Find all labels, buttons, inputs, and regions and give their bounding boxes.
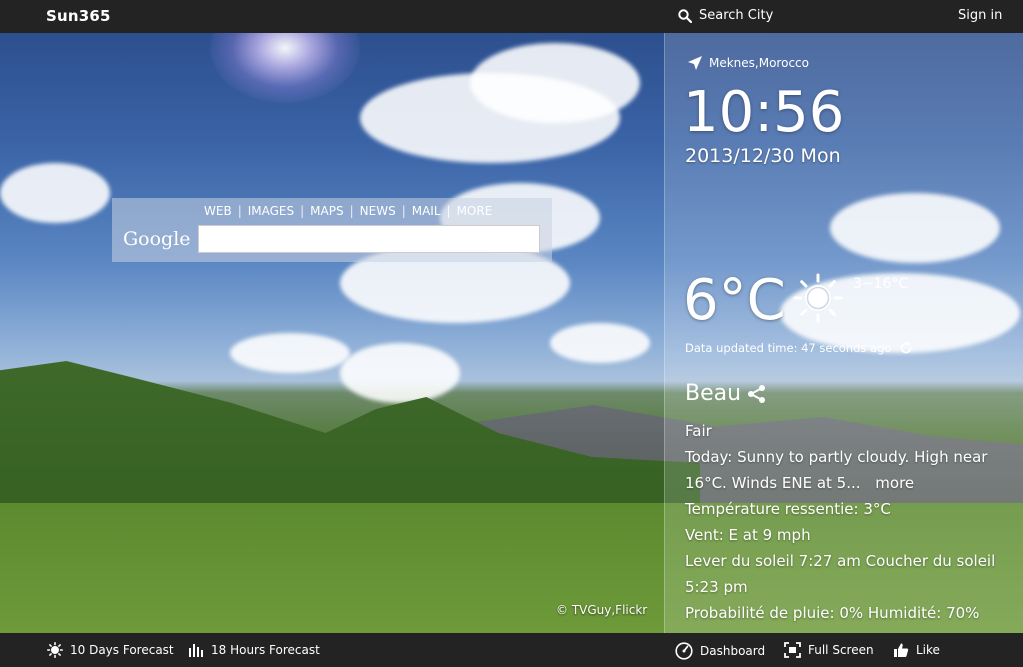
brand-logo[interactable]: Sun365 xyxy=(46,7,111,25)
sun-glare xyxy=(210,33,360,103)
eighteen-hours-label: 18 Hours Forecast xyxy=(211,643,320,657)
bar-chart-icon xyxy=(189,644,203,657)
google-search-input[interactable] xyxy=(198,225,540,253)
search-icon xyxy=(678,8,692,23)
top-bar: Sun365 Search City Sign in xyxy=(0,0,1023,33)
google-logo: Google xyxy=(123,228,191,250)
sun-icon xyxy=(793,273,843,323)
refresh-icon[interactable] xyxy=(899,341,913,355)
dashboard-button[interactable]: Dashboard xyxy=(675,642,765,660)
like-label: Like xyxy=(916,643,940,657)
ten-days-forecast-button[interactable]: 10 Days Forecast xyxy=(47,642,174,658)
share-icon[interactable] xyxy=(747,384,767,404)
fullscreen-icon xyxy=(784,642,801,658)
eighteen-hours-forecast-button[interactable]: 18 Hours Forecast xyxy=(188,642,320,658)
wind: Vent: E at 9 mph xyxy=(685,526,811,544)
condition-title-label: Beau xyxy=(685,381,742,406)
condition-details: Fair Today: Sunny to partly cloudy. High… xyxy=(685,418,1020,626)
nav-maps[interactable]: MAPS xyxy=(310,204,343,218)
rain-humidity: Probabilité de pluie: 0% Humidité: 70% xyxy=(685,604,980,622)
photo-credit[interactable]: © TVGuy,Flickr xyxy=(556,603,647,617)
gauge-icon xyxy=(675,642,693,660)
weather-panel: Meknes,Morocco 10:56 2013/12/30 Mon 6°C … xyxy=(664,33,1023,633)
temperature-range: 3~16°C xyxy=(853,276,909,292)
nav-images[interactable]: IMAGES xyxy=(248,204,294,218)
search-city-button[interactable]: Search City xyxy=(678,8,773,23)
google-search-widget: WEB | IMAGES | MAPS | NEWS | MAIL | MORE… xyxy=(112,198,552,262)
bottom-bar: 10 Days Forecast 18 Hours Forecast Dashb… xyxy=(0,633,1023,667)
nav-more[interactable]: MORE xyxy=(457,204,493,218)
feels-like: Température ressentie: 3°C xyxy=(685,500,891,518)
fullscreen-button[interactable]: Full Screen xyxy=(784,642,874,658)
clock-time: 10:56 xyxy=(683,80,845,145)
fullscreen-label: Full Screen xyxy=(808,643,874,657)
location[interactable]: Meknes,Morocco xyxy=(687,55,809,71)
nav-web[interactable]: WEB xyxy=(204,204,232,218)
sign-in-link[interactable]: Sign in xyxy=(958,8,1002,23)
search-city-label: Search City xyxy=(699,8,774,23)
ten-days-label: 10 Days Forecast xyxy=(70,643,174,657)
location-arrow-icon xyxy=(688,56,702,70)
forecast-summary: Today: Sunny to partly cloudy. High near… xyxy=(685,444,1020,496)
dashboard-label: Dashboard xyxy=(700,644,766,658)
search-nav: WEB | IMAGES | MAPS | NEWS | MAIL | MORE xyxy=(204,204,493,218)
nav-news[interactable]: NEWS xyxy=(360,204,396,218)
nav-mail[interactable]: MAIL xyxy=(412,204,441,218)
sun-times: Lever du soleil 7:27 am Coucher du solei… xyxy=(685,552,996,596)
condition-title: Beau xyxy=(685,381,767,406)
thumbs-up-icon xyxy=(894,643,909,657)
forecast-text: Today: Sunny to partly cloudy. High near… xyxy=(685,448,988,492)
location-label: Meknes,Morocco xyxy=(709,56,809,70)
data-updated: Data updated time: 47 seconds ago xyxy=(685,341,913,355)
updated-label: Data updated time: 47 seconds ago xyxy=(685,341,892,355)
clock-date: 2013/12/30 Mon xyxy=(685,145,841,167)
sun-icon xyxy=(47,642,63,658)
current-temperature: 6°C xyxy=(683,268,786,333)
condition-text: Fair xyxy=(685,422,712,440)
like-button[interactable]: Like xyxy=(893,642,940,658)
more-link[interactable]: more xyxy=(875,474,914,492)
